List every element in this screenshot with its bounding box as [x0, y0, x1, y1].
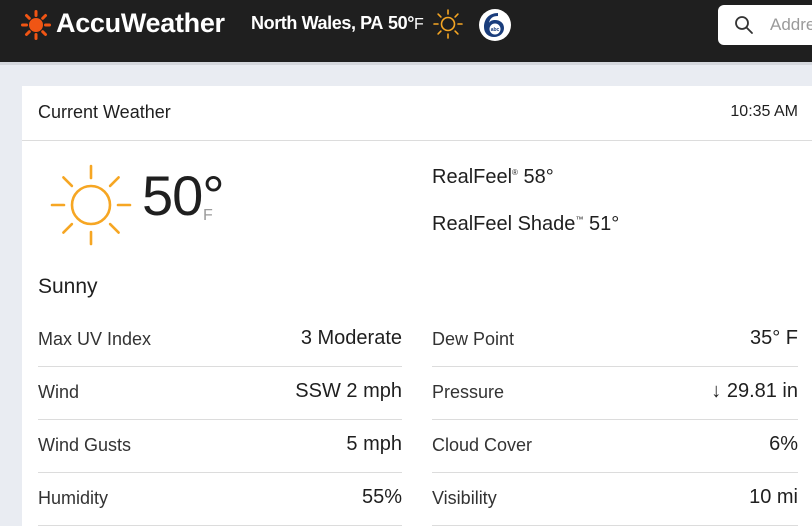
detail-label: Dew Point — [432, 329, 515, 349]
header-temperature-unit: F — [414, 16, 424, 33]
temperature-unit: F — [203, 207, 213, 224]
detail-label: Max UV Index — [38, 329, 152, 349]
6abc-logo[interactable]: abc — [478, 8, 512, 42]
header-temperature[interactable]: 50°F — [388, 13, 424, 34]
detail-label: Pressure — [432, 382, 505, 402]
detail-value: 55% — [361, 486, 402, 508]
detail-row-wind: Wind SSW 2 mph — [38, 367, 402, 420]
observation-time: 10:35 AM — [730, 103, 798, 120]
search-icon[interactable] — [734, 15, 754, 35]
detail-value: 10 mi — [749, 486, 798, 508]
detail-value: 6% — [769, 433, 798, 455]
svg-text:abc: abc — [491, 27, 500, 33]
detail-label: Humidity — [38, 488, 109, 508]
current-weather-card[interactable]: Current Weather 10:35 AM 50° F RealFeel®… — [22, 86, 812, 526]
detail-value: 3 Moderate — [300, 327, 402, 349]
detail-row-cloud-cover: Cloud Cover 6% — [432, 420, 798, 473]
accuweather-logo-icon[interactable] — [21, 10, 51, 40]
detail-label: Cloud Cover — [432, 435, 533, 455]
top-nav-bar: AccuWeather North Wales, PA 50°F abc — [0, 0, 812, 62]
detail-row-max-uv-index: Max UV Index 3 Moderate — [38, 314, 402, 367]
search-box[interactable] — [718, 5, 812, 45]
sun-icon — [433, 9, 463, 39]
detail-row-humidity: Humidity 55% — [38, 473, 402, 526]
card-divider — [22, 140, 812, 141]
detail-label: Wind Gusts — [38, 435, 132, 455]
realfeel-shade-value: 51° — [589, 213, 620, 235]
realfeel-label: RealFeel — [432, 166, 513, 188]
realfeel-mark: ® — [512, 168, 518, 177]
realfeel-shade: RealFeel Shade™ 51° — [432, 213, 619, 236]
realfeel-value: 58° — [523, 166, 554, 188]
realfeel-shade-mark: ™ — [575, 215, 584, 224]
detail-value: 5 mph — [346, 433, 402, 455]
card-title: Current Weather — [38, 102, 171, 122]
location-name[interactable]: North Wales, PA — [251, 13, 383, 34]
weather-phrase: Sunny — [38, 275, 98, 298]
detail-row-dew-point: Dew Point 35° F — [432, 314, 798, 367]
search-input[interactable] — [770, 13, 812, 37]
detail-row-visibility: Visibility 10 mi — [432, 473, 798, 526]
detail-row-pressure: Pressure ↓ 29.81 in — [432, 367, 798, 420]
detail-label: Wind — [38, 382, 80, 402]
detail-value: SSW 2 mph — [295, 380, 402, 402]
header-divider — [0, 62, 812, 65]
sun-icon — [50, 164, 132, 246]
brand-name[interactable]: AccuWeather — [56, 8, 225, 39]
realfeel: RealFeel® 58° — [432, 166, 554, 189]
detail-row-wind-gusts: Wind Gusts 5 mph — [38, 420, 402, 473]
detail-value: ↓ 29.81 in — [711, 380, 798, 402]
detail-label: Visibility — [432, 488, 497, 508]
realfeel-shade-label: RealFeel Shade — [432, 213, 576, 235]
detail-value: 35° F — [749, 327, 798, 349]
